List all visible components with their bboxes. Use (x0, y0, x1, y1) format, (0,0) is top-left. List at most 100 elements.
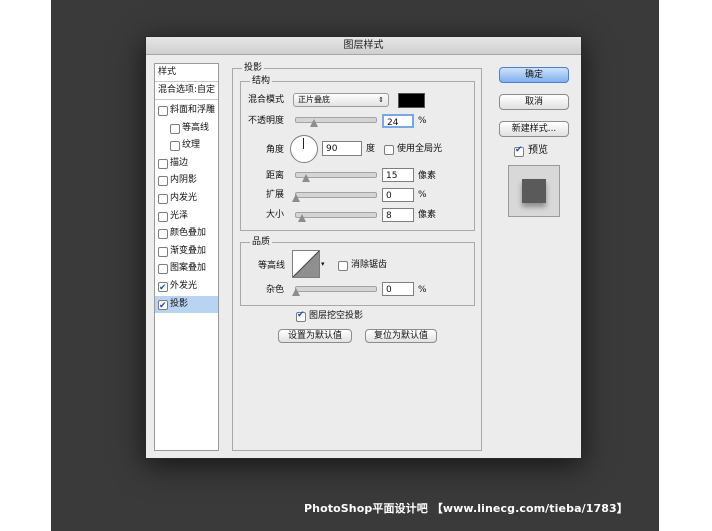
size-slider-thumb[interactable] (298, 214, 306, 222)
contour-preview[interactable] (292, 250, 320, 278)
global-light-checkbox[interactable] (384, 145, 394, 155)
spread-slider-track[interactable] (295, 192, 377, 198)
angle-unit: 度 (366, 144, 376, 154)
style-list-item-label: 投影 (170, 298, 189, 309)
layer-style-dialog: 图层样式 样式 混合选项:自定 斜面和浮雕 等高线 纹理 描边 内阴影 内发光 光泽 颜色叠加… (145, 36, 582, 459)
dialog-title: 图层样式 (146, 37, 581, 55)
style-preview-box (508, 165, 560, 217)
spread-label: 扩展 (266, 190, 285, 200)
anti-alias-label: 消除锯齿 (351, 260, 388, 270)
style-list-item-label: 等高线 (182, 122, 210, 133)
contour-label: 等高线 (258, 261, 286, 271)
blend-options-item[interactable]: 混合选项:自定 (155, 82, 218, 100)
style-list-checkbox[interactable] (158, 106, 168, 116)
style-list-item-label: 颜色叠加 (170, 228, 207, 239)
cancel-button[interactable]: 取消 (499, 94, 569, 110)
distance-label: 距离 (266, 171, 285, 181)
style-list-checkbox[interactable] (170, 141, 180, 152)
angle-dial-needle (303, 138, 304, 149)
opacity-input[interactable]: 24 (382, 114, 414, 128)
style-list-item-label: 纹理 (182, 140, 201, 151)
style-list-item-label: 斜面和浮雕 (170, 105, 216, 115)
style-list-item-label: 光泽 (170, 210, 189, 221)
style-list-item[interactable]: 投影 (155, 295, 218, 315)
quality-title: 品质 (250, 237, 273, 247)
style-list-checkbox[interactable] (158, 158, 168, 169)
blend-options-label: 混合选项:自定 (158, 85, 216, 95)
make-default-button[interactable]: 设置为默认值 (278, 329, 352, 343)
opacity-slider-thumb[interactable] (310, 119, 318, 127)
style-list-header[interactable]: 样式 (155, 64, 218, 82)
noise-slider-thumb[interactable] (292, 288, 300, 296)
ok-button[interactable]: 确定 (499, 67, 569, 83)
quality-group (240, 242, 475, 306)
style-list-checkbox[interactable] (158, 176, 168, 187)
noise-input[interactable]: 0 (382, 282, 414, 296)
reset-default-button[interactable]: 复位为默认值 (365, 329, 437, 343)
style-list-checkbox[interactable] (158, 280, 168, 297)
style-list-item[interactable]: 图案叠加 (155, 260, 218, 277)
watermark-text: PhotoShop平面设计吧 【www.linecg.com/tieba/178… (304, 502, 628, 515)
style-list-item[interactable]: 渐变叠加 (155, 243, 218, 260)
drop-shadow-section-title: 投影 (242, 63, 265, 73)
style-list-checkbox[interactable] (170, 123, 180, 134)
style-list-item[interactable]: 内阴影 (155, 172, 218, 189)
opacity-slider-track[interactable] (295, 117, 377, 123)
new-style-button[interactable]: 新建样式... (499, 121, 569, 137)
size-input[interactable]: 8 (382, 208, 414, 222)
knockout-checkbox[interactable] (296, 310, 306, 322)
style-list-checkbox[interactable] (158, 229, 168, 240)
style-list-item-label: 外发光 (170, 281, 198, 291)
style-list-item[interactable]: 内发光 (155, 190, 218, 207)
style-list-item[interactable]: 颜色叠加 (155, 225, 218, 242)
opacity-label: 不透明度 (248, 116, 285, 126)
distance-slider-thumb[interactable] (302, 174, 310, 182)
style-list-item[interactable]: 光泽 (155, 208, 218, 225)
angle-label: 角度 (266, 145, 285, 155)
blend-mode-value: 正片叠底 (298, 95, 330, 104)
contour-curve-icon (292, 250, 320, 278)
noise-slider-track[interactable] (295, 286, 377, 292)
style-list-item-label: 内发光 (170, 193, 198, 203)
spread-unit: % (418, 190, 427, 200)
contour-dropdown-icon[interactable]: ▾ (321, 258, 325, 270)
blend-mode-select[interactable]: 正片叠底 ⇕ (293, 93, 389, 107)
style-list-item[interactable]: 纹理 (155, 137, 218, 154)
style-list-checkbox[interactable] (158, 211, 168, 222)
distance-input[interactable]: 15 (382, 168, 414, 182)
style-list: 样式 混合选项:自定 斜面和浮雕等高线纹理描边内阴影内发光光泽颜色叠加渐变叠加图… (154, 63, 219, 451)
angle-input[interactable]: 90 (322, 141, 362, 156)
style-list-checkbox[interactable] (158, 264, 168, 275)
style-list-item[interactable]: 斜面和浮雕 (155, 102, 218, 119)
opacity-unit: % (418, 116, 427, 126)
style-list-item[interactable]: 描边 (155, 155, 218, 172)
style-list-item-label: 内阴影 (170, 175, 198, 186)
size-unit: 像素 (418, 210, 437, 220)
blend-mode-label: 混合模式 (248, 95, 285, 105)
distance-unit: 像素 (418, 171, 437, 181)
preview-checkbox[interactable] (514, 145, 524, 157)
style-list-checkbox[interactable] (158, 298, 168, 315)
noise-label: 杂色 (266, 285, 285, 295)
style-list-item-label: 渐变叠加 (170, 245, 207, 256)
angle-dial[interactable] (290, 135, 318, 163)
style-list-item[interactable]: 等高线 (155, 120, 218, 137)
noise-unit: % (418, 285, 427, 295)
select-arrows-icon: ⇕ (378, 96, 384, 104)
structure-title: 结构 (250, 76, 273, 86)
preview-label: 预览 (528, 145, 548, 156)
anti-alias-checkbox[interactable] (338, 261, 348, 271)
spread-slider-thumb[interactable] (292, 194, 300, 202)
shadow-color-swatch[interactable] (398, 93, 425, 108)
size-slider-track[interactable] (295, 212, 377, 218)
style-list-item[interactable]: 外发光 (155, 278, 218, 297)
style-list-header-label: 样式 (158, 67, 177, 77)
size-label: 大小 (266, 210, 285, 220)
style-list-checkbox[interactable] (158, 194, 168, 204)
style-list-item-label: 图案叠加 (170, 263, 207, 274)
style-list-item-label: 描边 (170, 157, 189, 168)
spread-input[interactable]: 0 (382, 188, 414, 202)
knockout-label: 图层挖空投影 (309, 311, 364, 321)
style-preview-square (522, 179, 546, 203)
style-list-checkbox[interactable] (158, 246, 168, 257)
